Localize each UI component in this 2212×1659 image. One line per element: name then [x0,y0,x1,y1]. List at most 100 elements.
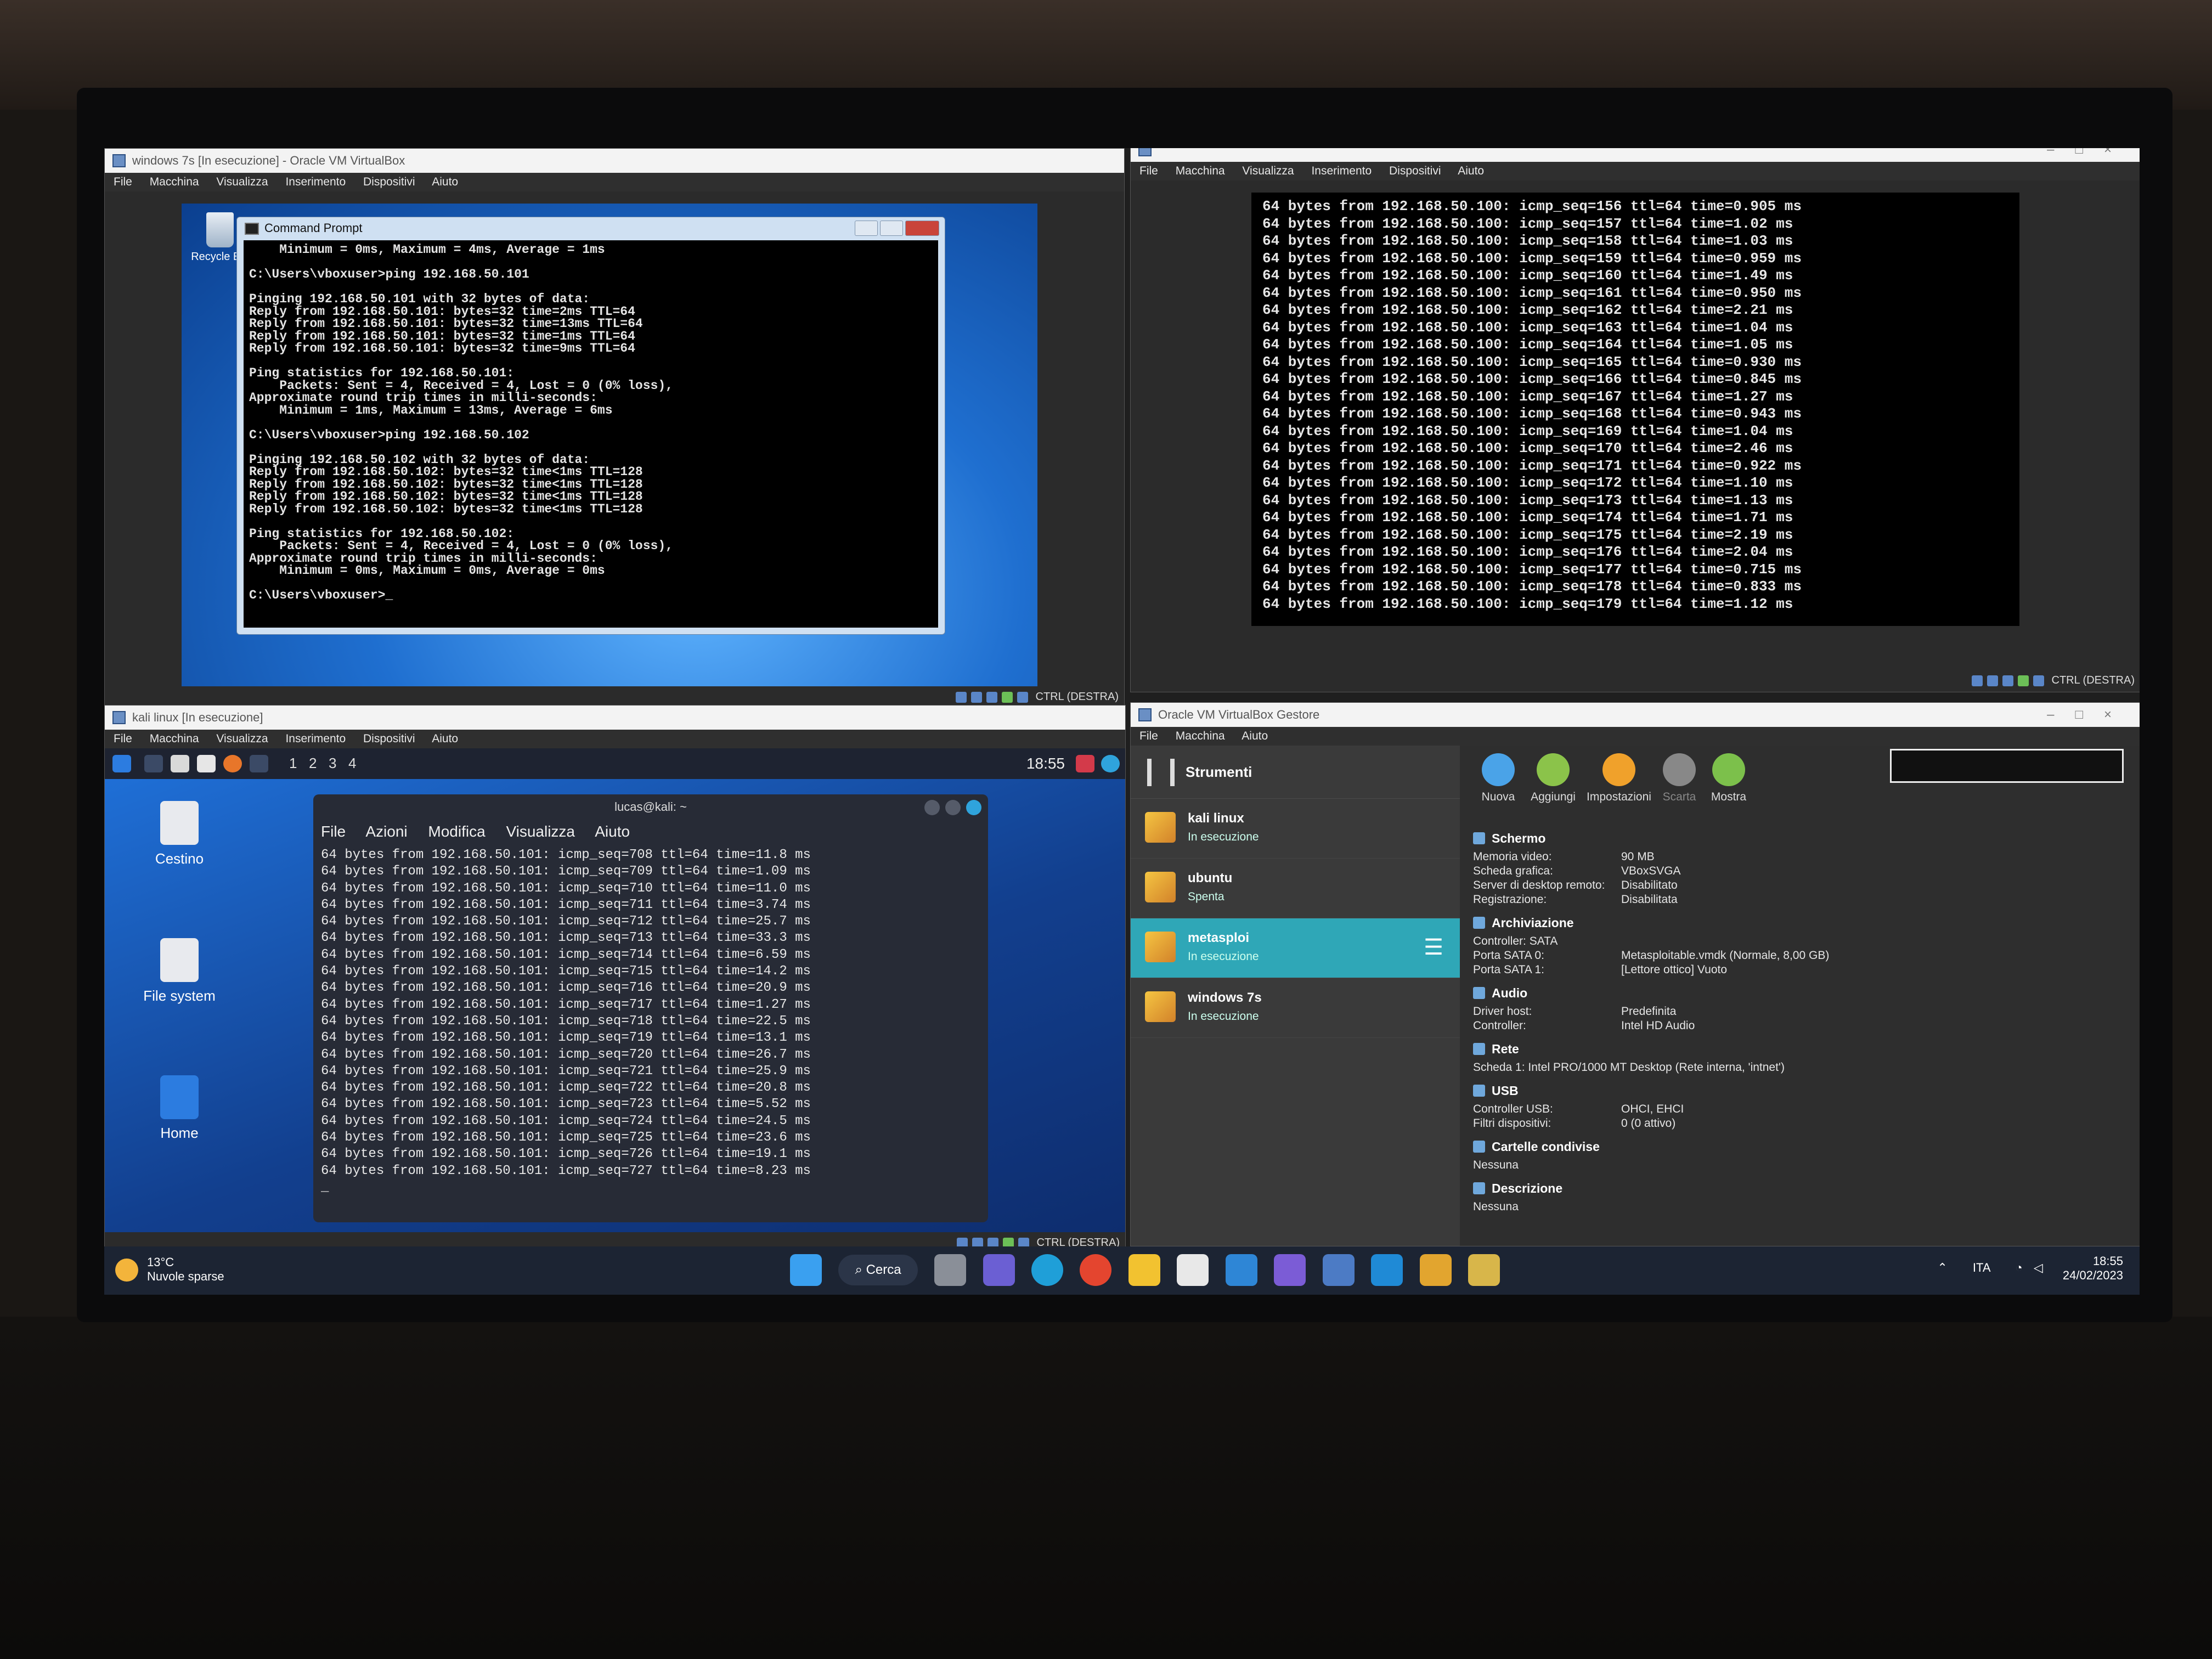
menu-aiuto[interactable]: Aiuto [1242,730,1268,742]
store-icon[interactable] [1177,1254,1209,1286]
vm-list-item-kali[interactable]: kali linux In esecuzione [1131,799,1460,859]
maximize-button[interactable] [880,221,903,236]
menu-dispositivi[interactable]: Dispositivi [1389,165,1441,177]
menu-file[interactable]: File [114,732,132,745]
menu-file[interactable]: File [114,176,132,188]
terminal-menu-aiuto[interactable]: Aiuto [595,823,630,840]
menu-file[interactable]: File [1139,730,1158,742]
menu-aiuto[interactable]: Aiuto [432,732,458,745]
menu-macchina[interactable]: Macchina [150,732,199,745]
terminal-icon[interactable] [144,755,163,772]
vm-window-kali[interactable]: kali linux [In esecuzione] File Macchina… [104,705,1126,1255]
aggiungi-button[interactable]: Aggiungi [1520,753,1586,804]
section-rete[interactable]: Rete [1473,1042,2129,1056]
optical-status-icon[interactable] [970,691,982,703]
task-view-icon[interactable] [934,1254,967,1286]
kali-terminal-output[interactable]: 64 bytes from 192.168.50.101: icmp_seq=7… [321,847,980,1217]
usb-status-icon[interactable] [1001,691,1013,703]
firefox-icon[interactable] [223,755,242,772]
home-icon[interactable]: Home [125,1075,234,1142]
terminal-menu-modifica[interactable]: Modifica [428,823,485,840]
optical-status-icon[interactable] [1987,675,1998,686]
workspace-3[interactable]: 3 [329,755,336,772]
close-button[interactable] [966,800,981,815]
lock-icon[interactable] [1076,755,1094,772]
impostazioni-button[interactable]: Impostazioni [1586,753,1652,804]
workspace-1[interactable]: 1 [289,755,297,772]
wifi-icon[interactable]: ◔ [2015,1261,2022,1274]
kali-terminal-window[interactable]: lucas@kali: ~ File Azioni Modifica Visua… [313,794,988,1222]
edge-icon[interactable] [1031,1254,1063,1286]
mail-icon[interactable] [1225,1254,1257,1286]
menu-aiuto[interactable]: Aiuto [432,176,458,188]
section-descrizione[interactable]: Descrizione [1473,1181,2129,1195]
vm-list-item-ubuntu[interactable]: ubuntu Spenta [1131,859,1460,918]
taskbar-clock[interactable]: 18:55 24/02/2023 [2063,1254,2123,1283]
metasploitable-console[interactable]: 64 bytes from 192.168.50.100: icmp_seq=1… [1251,193,2019,626]
kali-clock[interactable]: 18:55 [1026,755,1065,772]
menu-visualizza[interactable]: Visualizza [216,176,268,188]
menu-inserimento[interactable]: Inserimento [1311,165,1372,177]
terminal-menu-azioni[interactable]: Azioni [365,823,407,840]
kali-menu-icon[interactable] [112,755,131,772]
minimize-button[interactable] [924,800,940,815]
display-status-icon[interactable] [2033,675,2044,686]
cestino-icon[interactable]: Cestino [125,801,234,867]
teams-chat-icon[interactable] [983,1254,1015,1286]
menu-aiuto[interactable]: Aiuto [1458,165,1484,177]
terminal-menu-visualizza[interactable]: Visualizza [506,823,575,840]
window-titlebar[interactable]: kali linux [In esecuzione] [105,706,1125,730]
folder-icon[interactable] [171,755,189,772]
volume-icon[interactable]: ◁ [2034,1261,2043,1274]
menu-dispositivi[interactable]: Dispositivi [363,176,415,188]
vm-list-item-windows7[interactable]: windows 7s In esecuzione [1131,978,1460,1038]
window-controls[interactable]: –□× [2047,703,2132,727]
workspace-4[interactable]: 4 [348,755,356,772]
section-usb[interactable]: USB [1473,1084,2129,1098]
cmd-window[interactable]: Command Prompt Minimum = 0ms, Maximum = … [236,217,945,635]
chrome-icon[interactable] [1080,1254,1112,1286]
file-explorer-icon[interactable] [1128,1254,1160,1286]
window-titlebar[interactable]: –□× [1131,148,2140,162]
network-status-icon[interactable] [2002,675,2013,686]
git-icon[interactable] [1419,1254,1452,1286]
editor-icon[interactable] [197,755,216,772]
virtualbox-manager-window[interactable]: Oracle VM VirtualBox Gestore –□× File Ma… [1130,702,2140,1246]
window-titlebar[interactable]: Oracle VM VirtualBox Gestore –□× [1131,703,2140,727]
menu-visualizza[interactable]: Visualizza [1242,165,1294,177]
window-controls[interactable]: –□× [2047,148,2132,162]
vscode-icon[interactable] [1371,1254,1403,1286]
tools-item[interactable]: Strumenti [1131,746,1460,799]
vm-window-metasploitable[interactable]: –□× File Macchina Visualizza Inserimento… [1130,148,2140,692]
usb-status-icon[interactable] [2017,675,2029,686]
vm-window-windows7[interactable]: windows 7s [In esecuzione] - Oracle VM V… [104,148,1125,709]
start-windows-icon[interactable] [790,1254,822,1286]
close-button[interactable] [905,221,939,236]
menu-dispositivi[interactable]: Dispositivi [363,732,415,745]
power-icon[interactable] [1101,755,1120,772]
hdd-status-icon[interactable] [1971,675,1983,686]
chevron-up-icon[interactable]: ⌃ [1937,1261,1947,1274]
vm-list-item-metasploitable[interactable]: metasploi In esecuzione ☰ [1131,918,1460,978]
menu-inserimento[interactable]: Inserimento [285,176,346,188]
menu-visualizza[interactable]: Visualizza [216,732,268,745]
virtualbox-icon[interactable] [1322,1254,1355,1286]
language-indicator[interactable]: ITA [1973,1261,1990,1274]
section-schermo[interactable]: Schermo [1473,831,2129,845]
window-titlebar[interactable]: windows 7s [In esecuzione] - Oracle VM V… [105,149,1124,173]
maximize-button[interactable] [945,800,961,815]
filesystem-icon[interactable]: File system [125,938,234,1005]
terminal-emulator-icon[interactable] [250,755,268,772]
menu-macchina[interactable]: Macchina [1176,730,1225,742]
section-audio[interactable]: Audio [1473,986,2129,1000]
cmd-output[interactable]: Minimum = 0ms, Maximum = 4ms, Average = … [244,240,938,628]
section-archiviazione[interactable]: Archiviazione [1473,916,2129,930]
app-icon[interactable] [1468,1254,1500,1286]
menu-macchina[interactable]: Macchina [1176,165,1225,177]
workspace-2[interactable]: 2 [309,755,317,772]
taskbar-search[interactable]: ⌕ Cerca [838,1255,918,1285]
hdd-status-icon[interactable] [955,691,967,703]
display-status-icon[interactable] [1017,691,1028,703]
list-menu-icon[interactable]: ☰ [1424,935,1443,960]
copilot-icon[interactable] [1274,1254,1306,1286]
